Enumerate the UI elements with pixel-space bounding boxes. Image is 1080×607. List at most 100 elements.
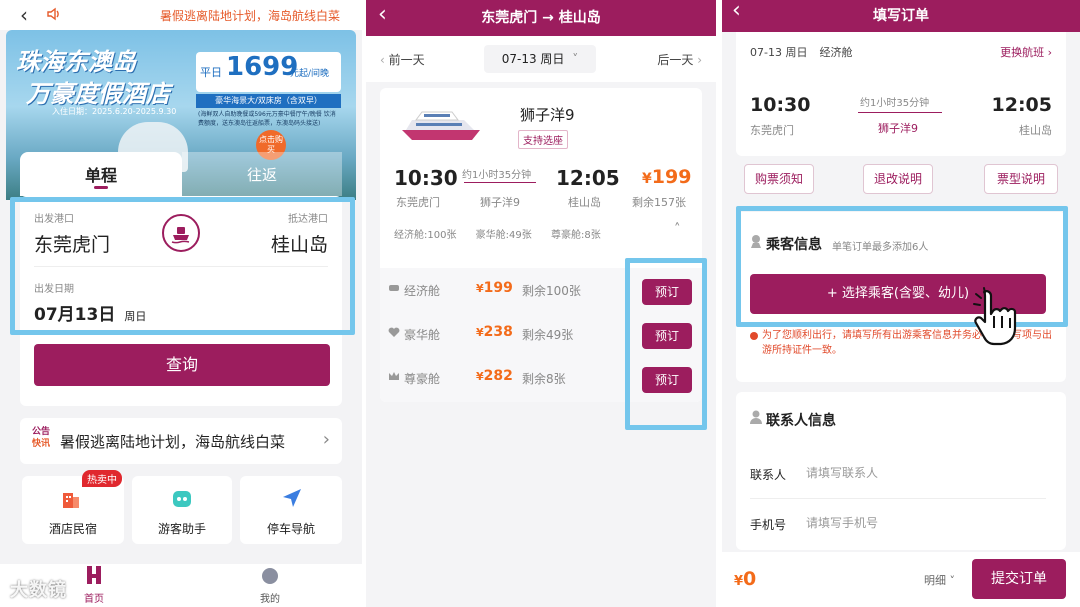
crown-icon (388, 370, 400, 382)
order-form-screen: ‹ 填写订单 07-13 周日 经济舱 更换航班 › 10:30 东莞虎门 约1小… (722, 0, 1080, 607)
header: ‹ 填写订单 (722, 0, 1080, 32)
ticket-type-button[interactable]: 票型说明 (984, 164, 1058, 194)
nav-mine-label[interactable]: 我的 (256, 590, 284, 605)
submit-order-button[interactable]: 提交订单 (972, 559, 1066, 599)
lowest-price-value: 199 (651, 166, 692, 188)
robot-icon (171, 488, 193, 510)
change-flight-link[interactable]: 更换航班 › (1000, 44, 1052, 60)
highlight-book-buttons (625, 258, 707, 430)
class-price: ¥282 (476, 368, 513, 384)
heart-icon (388, 326, 400, 338)
notice-bar[interactable]: 公告 快讯 暑假逃离陆地计划，海岛航线白菜 › (20, 418, 342, 464)
search-button[interactable]: 查询 (34, 344, 330, 386)
ship-name-small: 狮子洋9 (480, 196, 520, 209)
currency-symbol: ¥ (476, 282, 484, 295)
depart-time: 10:30 (394, 166, 458, 190)
price-prefix: 平日 (200, 66, 222, 79)
trip-date: 07-13 周日 (750, 46, 808, 59)
duration: 约1小时35分钟 (462, 170, 532, 181)
ticket-notice-button[interactable]: 购票须知 (744, 164, 814, 194)
ferry-image (398, 102, 488, 144)
nav-home-label[interactable]: 首页 (80, 590, 108, 605)
contact-input[interactable]: 请填写联系人 (806, 464, 1056, 482)
class-price-value: 199 (483, 280, 513, 296)
date-selector-label: 07-13 周日 (501, 52, 565, 66)
chevron-down-icon: ˅ (949, 574, 956, 587)
summary-value: 8张 (584, 230, 601, 241)
arrive-time: 12:05 (556, 166, 620, 190)
class-name: 豪华舱 (404, 328, 441, 342)
watermark: 大数镜 (10, 580, 67, 601)
class-price-value: 238 (483, 324, 513, 340)
trip-card: 07-13 周日 经济舱 更换航班 › 10:30 东莞虎门 约1小时35分钟 狮… (736, 32, 1066, 156)
currency-symbol: ¥ (476, 326, 484, 339)
route-title: 东莞虎门 → 桂山岛 (481, 10, 601, 26)
date-selector[interactable]: 07-13 周日 ˅ (484, 45, 596, 73)
banner-title-1: 珠海东澳岛 (16, 48, 136, 76)
home-icon[interactable] (84, 566, 104, 584)
info-buttons: 购票须知 退改说明 票型说明 (744, 164, 1058, 196)
tab-one-way-label: 单程 (84, 166, 117, 185)
class-price: ¥238 (476, 324, 513, 340)
notice-tag-1: 公告 (32, 427, 51, 437)
banner-price-box: 平日 1699 元起/间晚 (196, 52, 341, 92)
currency-symbol: ¥ (476, 370, 484, 383)
arrive-time: 12:05 (991, 94, 1052, 116)
notice-tag-2: 快讯 (32, 439, 51, 449)
back-icon[interactable]: ‹ (378, 2, 387, 27)
depart-port: 东莞虎门 (396, 196, 440, 209)
profile-icon[interactable] (262, 568, 278, 584)
class-name: 经济舱 (404, 284, 441, 298)
hot-badge: 热卖中 (82, 470, 122, 487)
class-price-value: 282 (483, 368, 513, 384)
grid-label-hotel: 酒店民宿 (48, 522, 97, 536)
class-price: ¥199 (476, 280, 513, 296)
banner-dates: 入住日期：2025.6.20-2025.9.30 (52, 107, 177, 116)
total-price: ¥0 (734, 568, 756, 590)
page-title: 填写订单 (873, 8, 929, 24)
refund-policy-button[interactable]: 退改说明 (863, 164, 933, 194)
chevron-right-icon: › (322, 429, 330, 450)
total-value: 0 (743, 568, 757, 590)
bottom-bar: ¥0 明细 ˅ 提交订单 (722, 552, 1080, 607)
banner-price: 1699 (226, 52, 299, 82)
trip-cabin: 经济舱 (819, 46, 853, 59)
car-seat-icon (388, 282, 400, 294)
next-day-button[interactable]: 后一天 › (657, 51, 702, 68)
remain-total: 剩余157张 (632, 196, 686, 209)
back-icon[interactable]: ‹ (732, 0, 741, 23)
grid-item-parking[interactable]: 停车导航 (240, 476, 342, 544)
depart-port: 东莞虎门 (750, 124, 794, 137)
grid-label-parking: 停车导航 (266, 522, 315, 536)
route-line (858, 112, 942, 113)
grid-item-assistant[interactable]: 游客助手 (132, 476, 232, 544)
chevron-up-icon[interactable]: ˄ (674, 222, 681, 237)
arrive-port: 桂山岛 (568, 196, 601, 209)
tab-round-trip-label: 往返 (246, 166, 277, 184)
summary-value: 100张 (427, 230, 457, 241)
next-day-label: 后一天 (657, 53, 694, 67)
chevron-down-icon: ˅ (572, 52, 579, 66)
contact-card: 联系人信息 联系人 请填写联系人 手机号 请填写手机号 (736, 392, 1066, 550)
contact-label: 联系人 (750, 468, 787, 482)
class-name: 尊豪舱 (404, 372, 441, 386)
tab-indicator (94, 186, 108, 189)
detail-toggle[interactable]: 明细 ˅ (924, 572, 955, 588)
prev-day-button[interactable]: ‹ 前一天 (380, 51, 425, 68)
phone-input[interactable]: 请填写手机号 (806, 514, 1056, 532)
marquee-text: 暑假逃离陆地计划，海岛航线白菜 (160, 9, 341, 23)
banner-title-2: 万豪度假酒店 (26, 80, 170, 108)
total-currency: ¥ (734, 574, 744, 589)
back-icon[interactable]: ‹ (20, 3, 28, 27)
summary-label: 经济舱: (394, 230, 428, 241)
duration: 约1小时35分钟 (860, 98, 930, 109)
currency-symbol: ¥ (642, 171, 652, 187)
tab-one-way[interactable]: 单程 (20, 152, 182, 196)
header: ‹ 东莞虎门 → 桂山岛 (366, 0, 716, 36)
date-bar: ‹ 前一天 07-13 周日 ˅ 后一天 › (366, 36, 716, 82)
hand-pointer-icon (970, 286, 1034, 352)
hotel-icon (60, 488, 82, 510)
arrive-port: 桂山岛 (1019, 124, 1052, 137)
class-remain: 剩余100张 (522, 284, 581, 298)
tab-round-trip[interactable]: 往返 (182, 152, 342, 196)
